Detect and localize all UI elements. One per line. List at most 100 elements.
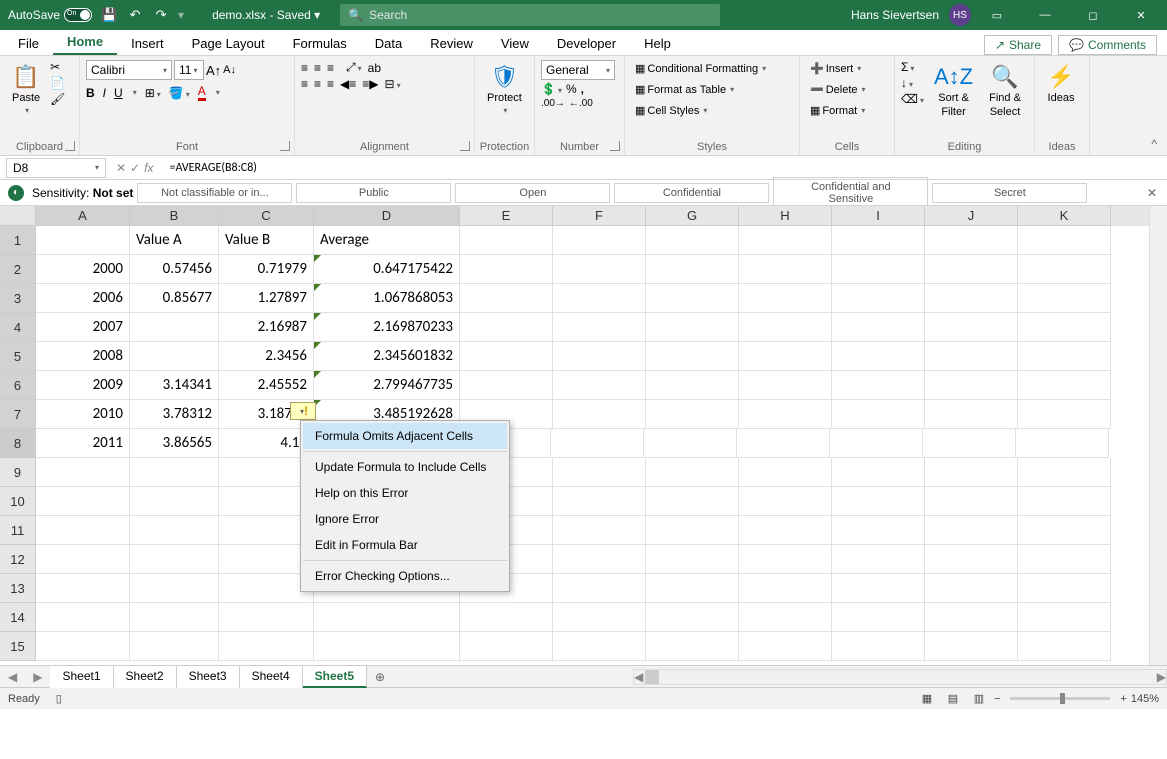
cell[interactable] xyxy=(646,632,739,661)
cell[interactable] xyxy=(739,255,832,284)
cell[interactable]: 2006 xyxy=(36,284,130,313)
autosave-toggle[interactable]: AutoSave On xyxy=(8,8,92,22)
col-header-J[interactable]: J xyxy=(925,206,1018,226)
cell[interactable] xyxy=(739,574,832,603)
cell[interactable] xyxy=(832,632,925,661)
cut-icon[interactable]: ✂ xyxy=(50,60,65,74)
cell[interactable] xyxy=(130,342,219,371)
tab-home[interactable]: Home xyxy=(53,30,117,55)
row-header-13[interactable]: 13 xyxy=(0,574,36,603)
tab-review[interactable]: Review xyxy=(416,32,487,55)
sheet-nav-next-icon[interactable]: ▶ xyxy=(25,670,50,684)
col-header-K[interactable]: K xyxy=(1018,206,1111,226)
bold-button[interactable]: B xyxy=(86,86,95,100)
cell[interactable] xyxy=(832,284,925,313)
cell[interactable] xyxy=(130,632,219,661)
tab-help[interactable]: Help xyxy=(630,32,685,55)
find-select-button[interactable]: 🔍Find &Select xyxy=(983,60,1027,122)
protect-button[interactable]: 🛡Protect▾ xyxy=(481,60,528,119)
cell[interactable] xyxy=(460,632,553,661)
cell[interactable]: 2.3456 xyxy=(219,342,314,371)
number-format-select[interactable]: General▾ xyxy=(541,60,615,80)
cell[interactable] xyxy=(1018,313,1111,342)
cell[interactable] xyxy=(460,255,553,284)
sensitivity-chip[interactable]: Confidential xyxy=(614,183,769,203)
copy-icon[interactable]: 📄 xyxy=(50,76,65,90)
sensitivity-chip[interactable]: Secret xyxy=(932,183,1087,203)
sensitivity-chip[interactable]: Not classifiable or in... xyxy=(137,183,292,203)
align-center-icon[interactable]: ≡ xyxy=(314,77,321,91)
align-bottom-icon[interactable]: ≡ xyxy=(327,61,334,75)
orientation-icon[interactable]: ⤢▾ xyxy=(346,60,362,75)
row-header-9[interactable]: 9 xyxy=(0,458,36,487)
row-header-1[interactable]: 1 xyxy=(0,226,36,255)
cell[interactable]: 3.86565 xyxy=(130,429,219,458)
row-header-11[interactable]: 11 xyxy=(0,516,36,545)
cell[interactable] xyxy=(553,342,646,371)
fx-icon[interactable]: fx xyxy=(144,161,153,175)
cell[interactable]: 2.16987 xyxy=(219,313,314,342)
cell[interactable] xyxy=(130,487,219,516)
font-size-select[interactable]: 11▾ xyxy=(174,60,204,80)
decrease-indent-icon[interactable]: ◀≡ xyxy=(340,77,356,91)
cell[interactable] xyxy=(832,255,925,284)
tab-insert[interactable]: Insert xyxy=(117,32,178,55)
cell[interactable] xyxy=(646,226,739,255)
cell[interactable] xyxy=(460,284,553,313)
collapse-ribbon-icon[interactable]: ^ xyxy=(1141,133,1167,155)
cell[interactable] xyxy=(130,313,219,342)
cell[interactable] xyxy=(553,545,646,574)
cell[interactable] xyxy=(925,603,1018,632)
col-header-D[interactable]: D xyxy=(314,206,460,226)
cell[interactable] xyxy=(739,342,832,371)
cell[interactable]: 0.85677 xyxy=(130,284,219,313)
cell[interactable] xyxy=(646,400,739,429)
align-right-icon[interactable]: ≡ xyxy=(327,77,334,91)
number-dialog-icon[interactable] xyxy=(610,141,620,151)
sheet-tab-sheet2[interactable]: Sheet2 xyxy=(114,666,177,688)
cell[interactable] xyxy=(1018,574,1111,603)
cell[interactable] xyxy=(553,284,646,313)
row-header-6[interactable]: 6 xyxy=(0,371,36,400)
view-normal-icon[interactable]: ▦ xyxy=(916,690,938,708)
cell[interactable] xyxy=(36,632,130,661)
tab-developer[interactable]: Developer xyxy=(543,32,630,55)
cell[interactable]: 2000 xyxy=(36,255,130,284)
cell[interactable] xyxy=(925,516,1018,545)
cell[interactable] xyxy=(739,632,832,661)
cell[interactable] xyxy=(1018,487,1111,516)
merge-center-icon[interactable]: ⊟▾ xyxy=(385,77,401,91)
paste-button[interactable]: 📋Paste▾ xyxy=(6,60,46,119)
comments-button[interactable]: 💬 Comments xyxy=(1058,35,1157,55)
cell[interactable]: 0.57456 xyxy=(130,255,219,284)
redo-icon[interactable]: ↷ xyxy=(152,6,170,24)
cell[interactable]: 0.647175422 xyxy=(314,255,460,284)
cell[interactable] xyxy=(832,226,925,255)
col-header-C[interactable]: C xyxy=(219,206,314,226)
cell[interactable] xyxy=(925,371,1018,400)
row-header-10[interactable]: 10 xyxy=(0,487,36,516)
insert-button[interactable]: ➕ Insert▾ xyxy=(806,60,865,77)
cell[interactable] xyxy=(1018,255,1111,284)
row-header-8[interactable]: 8 xyxy=(0,429,36,458)
cell[interactable] xyxy=(553,487,646,516)
fill-color-icon[interactable]: 🪣▾ xyxy=(169,86,190,100)
cell[interactable] xyxy=(460,342,553,371)
share-button[interactable]: ↗ Share xyxy=(984,35,1052,55)
sort-filter-button[interactable]: A↕ZSort &Filter xyxy=(928,60,979,122)
col-header-A[interactable]: A xyxy=(36,206,130,226)
autosum-icon[interactable]: Σ▾ xyxy=(901,60,924,74)
cell[interactable]: Value A xyxy=(130,226,219,255)
macro-record-icon[interactable]: ▯ xyxy=(48,692,70,705)
cell[interactable] xyxy=(739,226,832,255)
cell[interactable]: 3.14341 xyxy=(130,371,219,400)
cell[interactable] xyxy=(739,487,832,516)
increase-decimal-icon[interactable]: .00→ xyxy=(541,98,565,109)
save-icon[interactable]: 💾 xyxy=(100,6,118,24)
cell[interactable] xyxy=(832,516,925,545)
underline-button[interactable]: U xyxy=(114,86,123,100)
cell[interactable] xyxy=(646,342,739,371)
cell[interactable] xyxy=(130,603,219,632)
cell[interactable] xyxy=(739,313,832,342)
cell[interactable] xyxy=(553,226,646,255)
